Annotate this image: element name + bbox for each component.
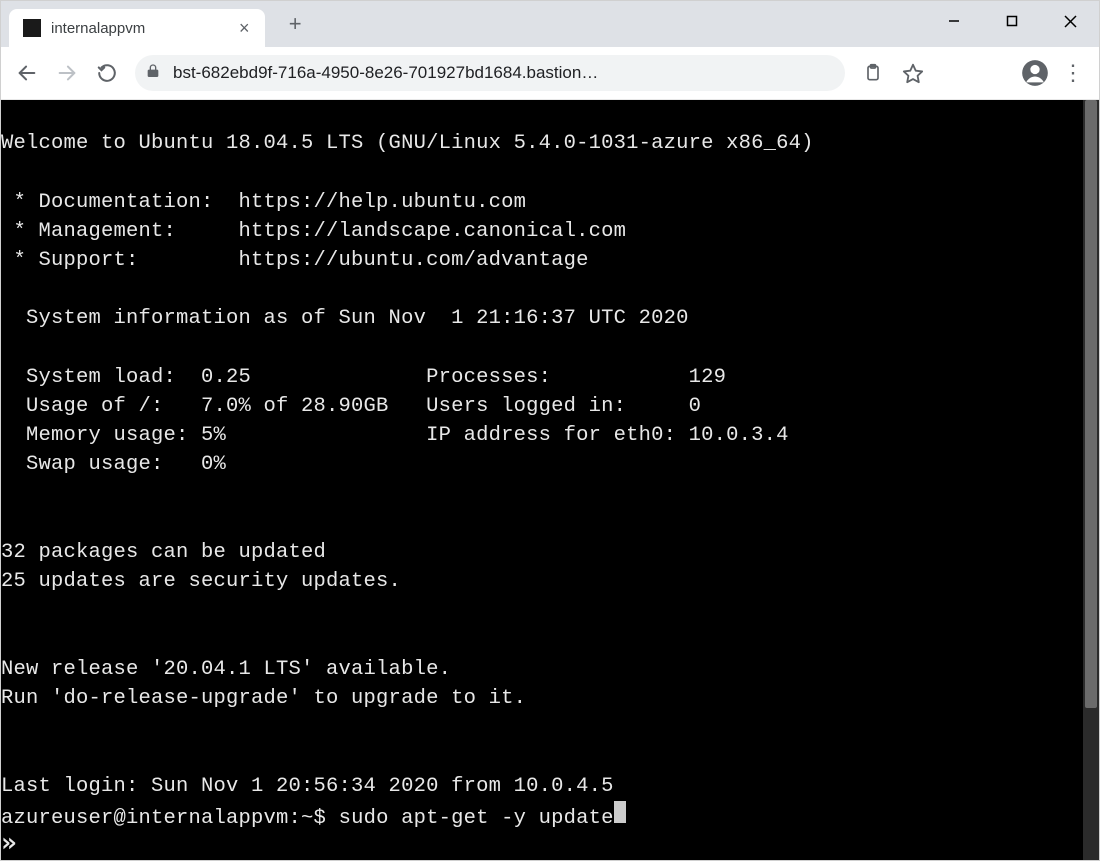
- sysinfo-row: Memory usage: 5% IP address for eth0: 10…: [1, 424, 789, 447]
- security-updates-count: 25 updates are security updates.: [1, 570, 401, 593]
- sysinfo-header: System information as of Sun Nov 1 21:16…: [1, 307, 689, 330]
- terminal-cursor: [614, 801, 626, 823]
- back-button[interactable]: [9, 55, 45, 91]
- sysinfo-row: Swap usage: 0%: [1, 453, 226, 476]
- reload-button[interactable]: [89, 55, 125, 91]
- lock-icon: [145, 63, 161, 84]
- clipboard-icon[interactable]: [855, 55, 891, 91]
- more-menu-icon[interactable]: ⋮: [1055, 55, 1091, 91]
- new-release-line: New release '20.04.1 LTS' available.: [1, 658, 451, 681]
- terminal-output: Welcome to Ubuntu 18.04.5 LTS (GNU/Linux…: [1, 100, 1081, 860]
- address-bar[interactable]: bst-682ebd9f-716a-4950-8e26-701927bd1684…: [135, 55, 845, 91]
- new-tab-button[interactable]: +: [281, 10, 309, 38]
- close-tab-icon[interactable]: ×: [235, 19, 253, 37]
- shell-prompt-line[interactable]: azureuser@internalappvm:~$ sudo apt-get …: [1, 801, 1081, 833]
- bookmark-star-icon[interactable]: [895, 55, 931, 91]
- release-upgrade-hint: Run 'do-release-upgrade' to upgrade to i…: [1, 687, 526, 710]
- terminal-scrollbar[interactable]: [1083, 100, 1099, 860]
- browser-tab-active[interactable]: internalappvm ×: [9, 9, 265, 47]
- terminal-scrollbar-thumb[interactable]: [1085, 100, 1097, 708]
- shell-ps1: azureuser@internalappvm:~$: [1, 804, 339, 833]
- address-bar-url: bst-682ebd9f-716a-4950-8e26-701927bd1684…: [173, 63, 835, 83]
- expand-arrows-icon[interactable]: »: [1, 828, 9, 858]
- forward-button[interactable]: [49, 55, 85, 91]
- window-controls: [925, 1, 1099, 41]
- window-minimize-button[interactable]: [925, 1, 983, 41]
- browser-titlebar: internalappvm × +: [1, 1, 1099, 47]
- motd-mgmt-link: * Management: https://landscape.canonica…: [1, 220, 626, 243]
- profile-avatar-icon[interactable]: [1017, 55, 1053, 91]
- motd-support-link: * Support: https://ubuntu.com/advantage: [1, 249, 589, 272]
- shell-command-input[interactable]: sudo apt-get -y update: [339, 804, 614, 833]
- motd-welcome: Welcome to Ubuntu 18.04.5 LTS (GNU/Linux…: [1, 132, 814, 155]
- browser-toolbar: bst-682ebd9f-716a-4950-8e26-701927bd1684…: [1, 47, 1099, 100]
- sysinfo-row: System load: 0.25 Processes: 129: [1, 366, 726, 389]
- last-login: Last login: Sun Nov 1 20:56:34 2020 from…: [1, 775, 614, 798]
- updates-count: 32 packages can be updated: [1, 541, 326, 564]
- terminal-viewport[interactable]: Welcome to Ubuntu 18.04.5 LTS (GNU/Linux…: [1, 100, 1099, 860]
- sysinfo-row: Usage of /: 7.0% of 28.90GB Users logged…: [1, 395, 701, 418]
- tab-favicon: [23, 19, 41, 37]
- motd-doc-link: * Documentation: https://help.ubuntu.com: [1, 191, 526, 214]
- window-close-button[interactable]: [1041, 1, 1099, 41]
- window-maximize-button[interactable]: [983, 1, 1041, 41]
- tab-title: internalappvm: [51, 20, 145, 37]
